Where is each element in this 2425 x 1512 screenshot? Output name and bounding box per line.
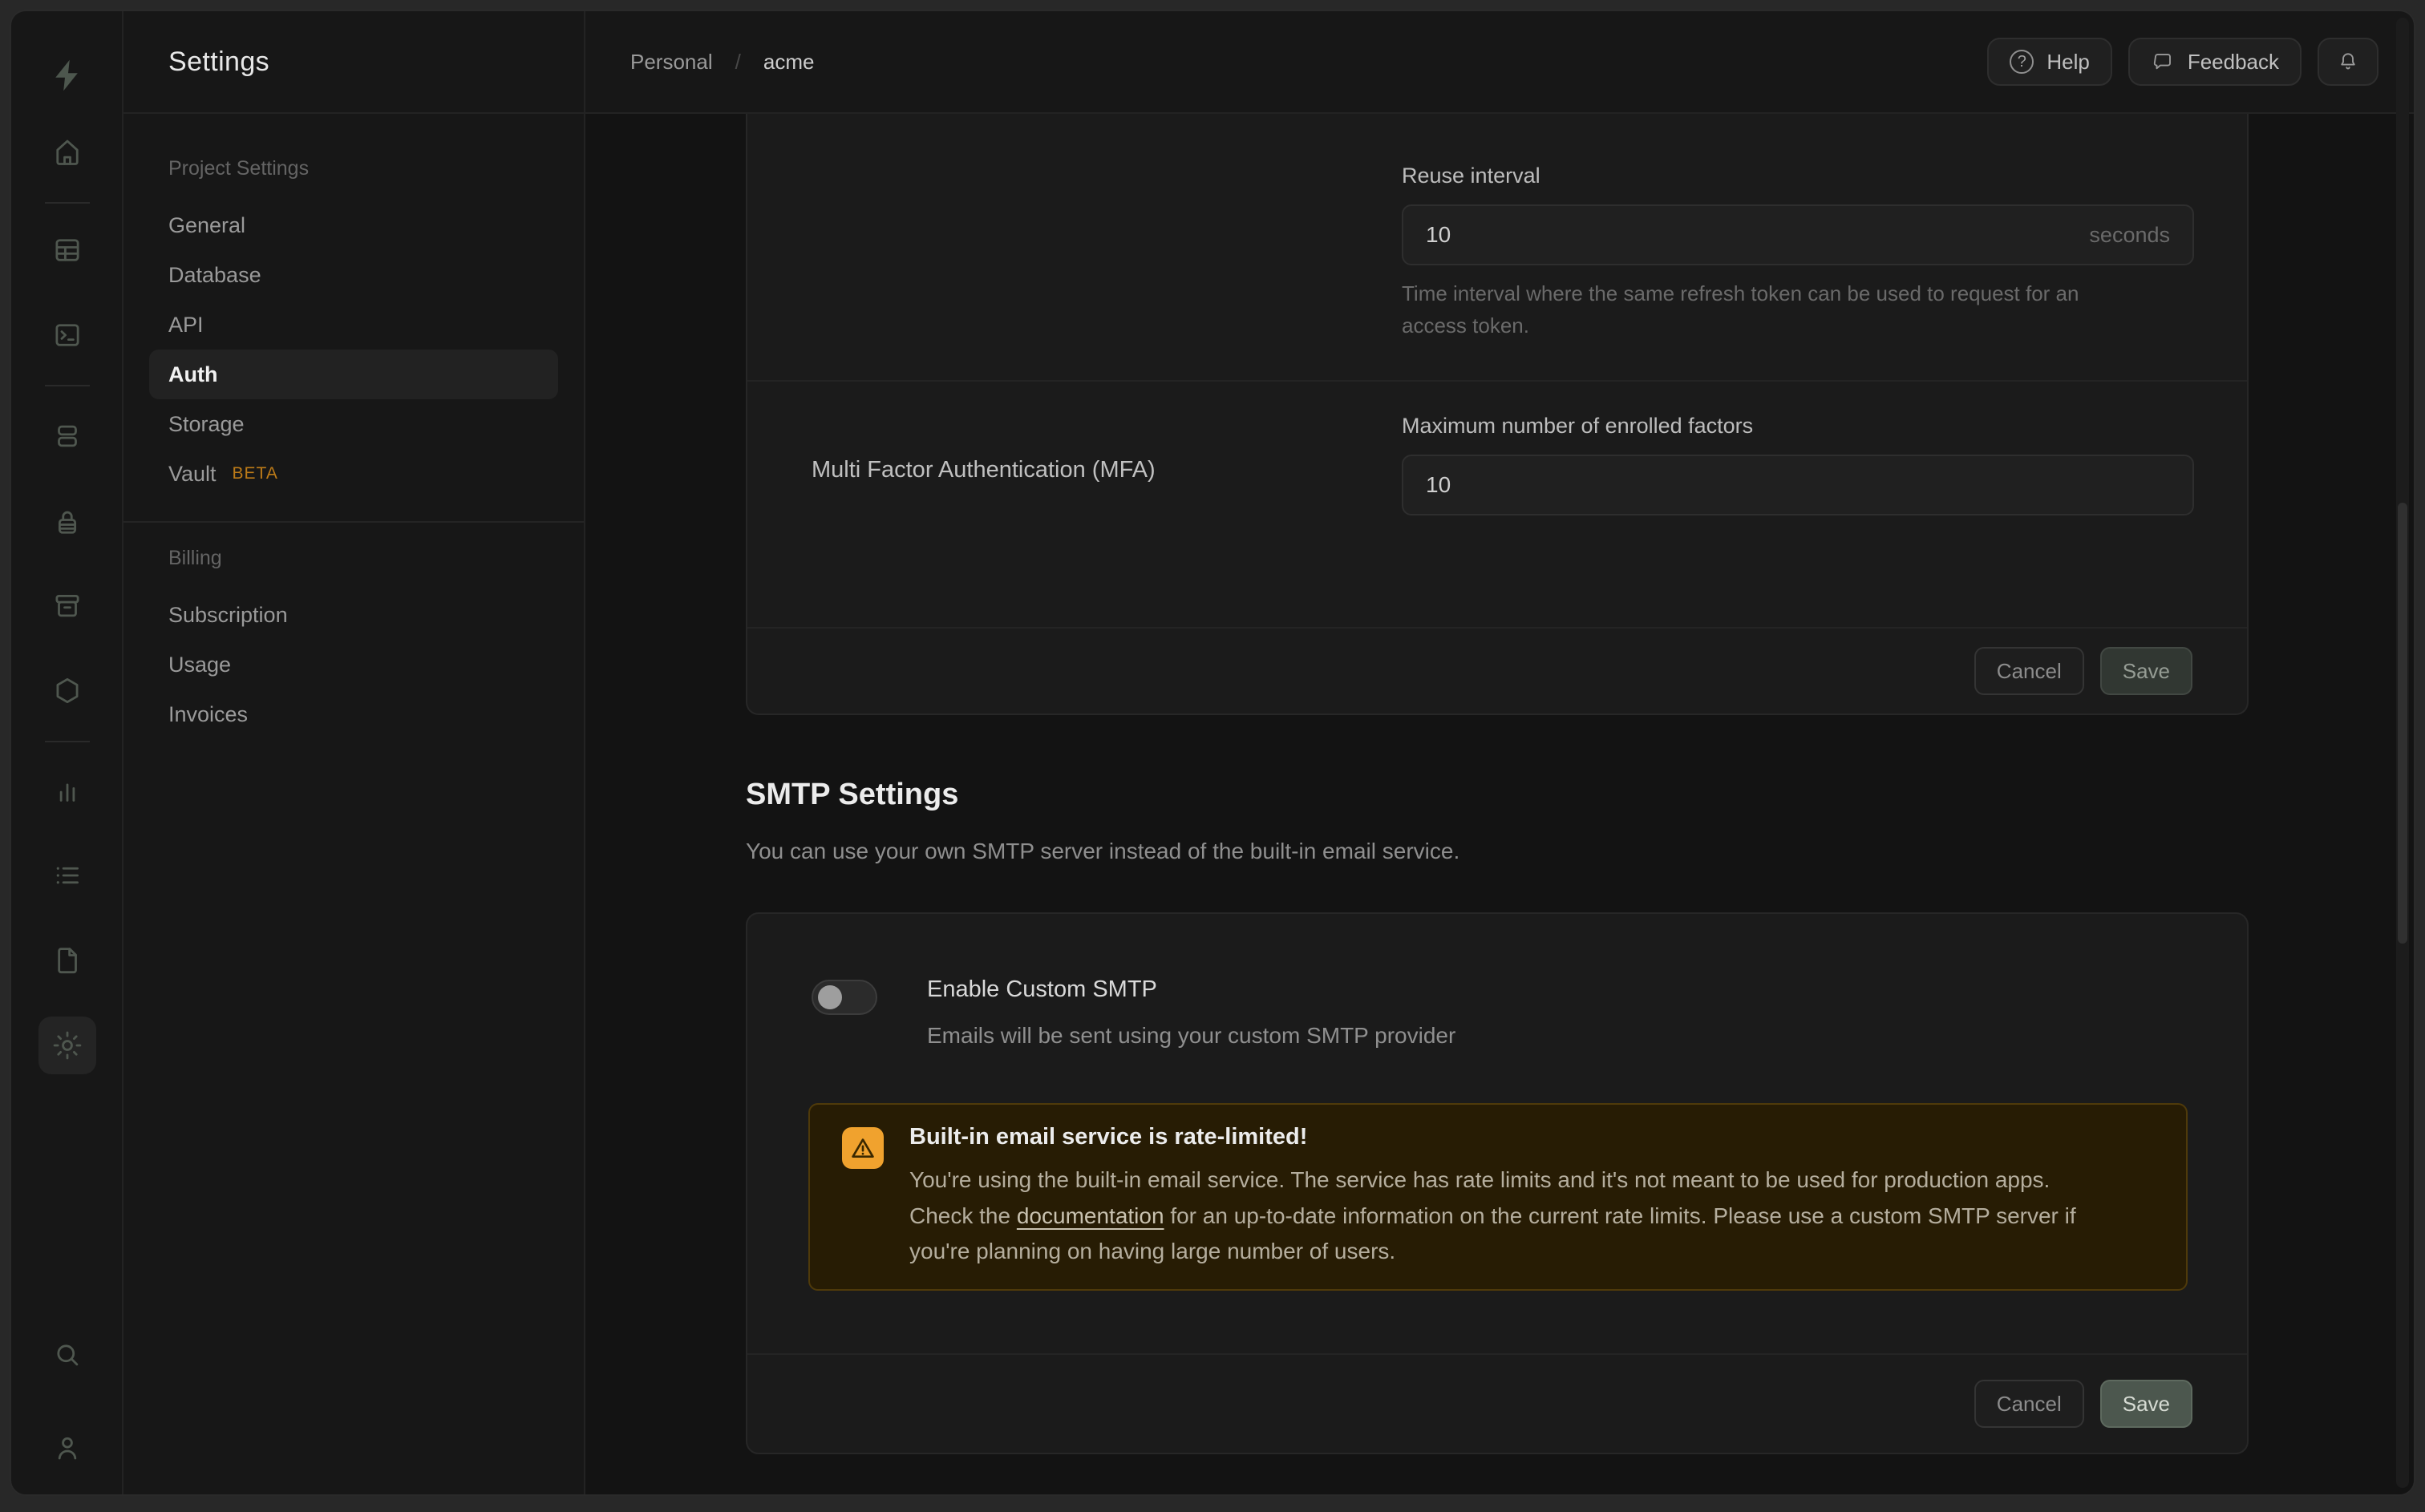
reuse-interval-label: Reuse interval — [1402, 164, 2194, 188]
project-settings-icon[interactable] — [38, 1017, 96, 1074]
database-icon[interactable] — [38, 407, 96, 465]
mfa-field: Maximum number of enrolled factors — [1402, 414, 2194, 515]
auth-cancel-button[interactable]: Cancel — [1974, 647, 2084, 695]
enable-custom-smtp-toggle[interactable] — [812, 980, 877, 1015]
mfa-input[interactable] — [1403, 456, 2192, 514]
rate-limit-warning-alert: Built-in email service is rate-limited! … — [808, 1103, 2188, 1291]
smtp-save-button[interactable]: Save — [2100, 1380, 2192, 1428]
notifications-button[interactable] — [2318, 38, 2378, 86]
feedback-button[interactable]: Feedback — [2128, 38, 2302, 86]
menu-item-subscription[interactable]: Subscription — [123, 590, 584, 640]
reports-icon[interactable] — [38, 763, 96, 821]
reuse-interval-help: Time interval where the same refresh tok… — [1402, 277, 2131, 342]
smtp-section-title: SMTP Settings — [746, 778, 958, 812]
beta-badge: BETA — [233, 464, 278, 483]
help-button[interactable]: ? Help — [1987, 38, 2111, 86]
smtp-settings-card: Enable Custom SMTP Emails will be sent u… — [746, 912, 2249, 1454]
scrollbar-thumb[interactable] — [2398, 503, 2407, 944]
edge-functions-icon[interactable] — [38, 662, 96, 720]
storage-icon[interactable] — [38, 577, 96, 635]
menu-item-usage[interactable]: Usage — [123, 640, 584, 689]
smtp-card-footer: Cancel Save — [747, 1353, 2247, 1453]
app-window: Settings Project Settings General Databa… — [10, 10, 2415, 1496]
menu-divider — [123, 521, 584, 523]
warning-title: Built-in email service is rate-limited! — [909, 1124, 1307, 1150]
search-icon[interactable] — [38, 1326, 96, 1384]
mfa-section-label: Multi Factor Authentication (MFA) — [812, 457, 1156, 483]
scrollbar-track[interactable] — [2396, 18, 2409, 1488]
menu-item-api[interactable]: API — [123, 300, 584, 350]
content-area: Personal / acme ? Help Feedback — [585, 11, 2414, 1494]
menu-item-vault[interactable]: Vault BETA — [123, 449, 584, 499]
settings-scroll-area[interactable]: Reuse interval seconds Time interval whe… — [585, 114, 2414, 1494]
documentation-link[interactable]: documentation — [1017, 1203, 1164, 1228]
account-icon[interactable] — [38, 1419, 96, 1477]
auth-save-button[interactable]: Save — [2100, 647, 2192, 695]
enable-custom-smtp-description: Emails will be sent using your custom SM… — [927, 1023, 1455, 1049]
api-docs-icon[interactable] — [38, 932, 96, 989]
breadcrumb-separator: / — [735, 50, 741, 75]
smtp-cancel-button[interactable]: Cancel — [1974, 1380, 2084, 1428]
menu-section-billing: Billing — [123, 539, 584, 577]
auth-card-footer: Cancel Save — [747, 627, 2247, 714]
logs-icon[interactable] — [38, 847, 96, 904]
rail-divider — [45, 385, 90, 386]
warning-body: You're using the built-in email service.… — [909, 1162, 2080, 1270]
breadcrumb-org[interactable]: Personal — [630, 50, 713, 75]
mfa-field-label: Maximum number of enrolled factors — [1402, 414, 2194, 439]
icon-rail — [11, 11, 123, 1494]
menu-item-invoices[interactable]: Invoices — [123, 689, 584, 739]
menu-item-general[interactable]: General — [123, 200, 584, 250]
reuse-interval-input[interactable] — [1403, 206, 2192, 264]
reuse-interval-input-wrap: seconds — [1402, 204, 2194, 265]
authentication-icon[interactable] — [38, 494, 96, 552]
sql-editor-icon[interactable] — [38, 306, 96, 364]
menu-item-storage[interactable]: Storage — [123, 399, 584, 449]
feedback-chat-icon — [2151, 50, 2175, 74]
menu-section-project-settings: Project Settings — [123, 149, 584, 188]
app-screenshot: Settings Project Settings General Databa… — [0, 0, 2425, 1512]
breadcrumb-project[interactable]: acme — [763, 50, 815, 75]
topbar: Personal / acme ? Help Feedback — [585, 11, 2414, 114]
card-divider — [747, 380, 2247, 382]
help-icon: ? — [2010, 50, 2034, 74]
menu-item-database[interactable]: Database — [123, 250, 584, 300]
bell-icon — [2336, 50, 2360, 74]
page-title: Settings — [168, 46, 269, 78]
table-editor-icon[interactable] — [38, 221, 96, 279]
settings-menu-panel: Settings Project Settings General Databa… — [123, 11, 585, 1494]
rail-divider — [45, 741, 90, 742]
supabase-logo-icon[interactable] — [38, 46, 96, 104]
rail-divider — [45, 202, 90, 204]
smtp-section-description: You can use your own SMTP server instead… — [746, 839, 1459, 864]
warning-icon — [842, 1127, 884, 1169]
auth-settings-card: Reuse interval seconds Time interval whe… — [746, 114, 2249, 715]
settings-menu-header: Settings — [123, 11, 584, 114]
enable-custom-smtp-label: Enable Custom SMTP — [927, 976, 1157, 1003]
home-icon[interactable] — [38, 123, 96, 181]
reuse-interval-field: Reuse interval seconds — [1402, 164, 2194, 265]
toggle-knob — [818, 985, 842, 1009]
menu-item-auth[interactable]: Auth — [149, 350, 558, 399]
mfa-input-wrap — [1402, 455, 2194, 515]
